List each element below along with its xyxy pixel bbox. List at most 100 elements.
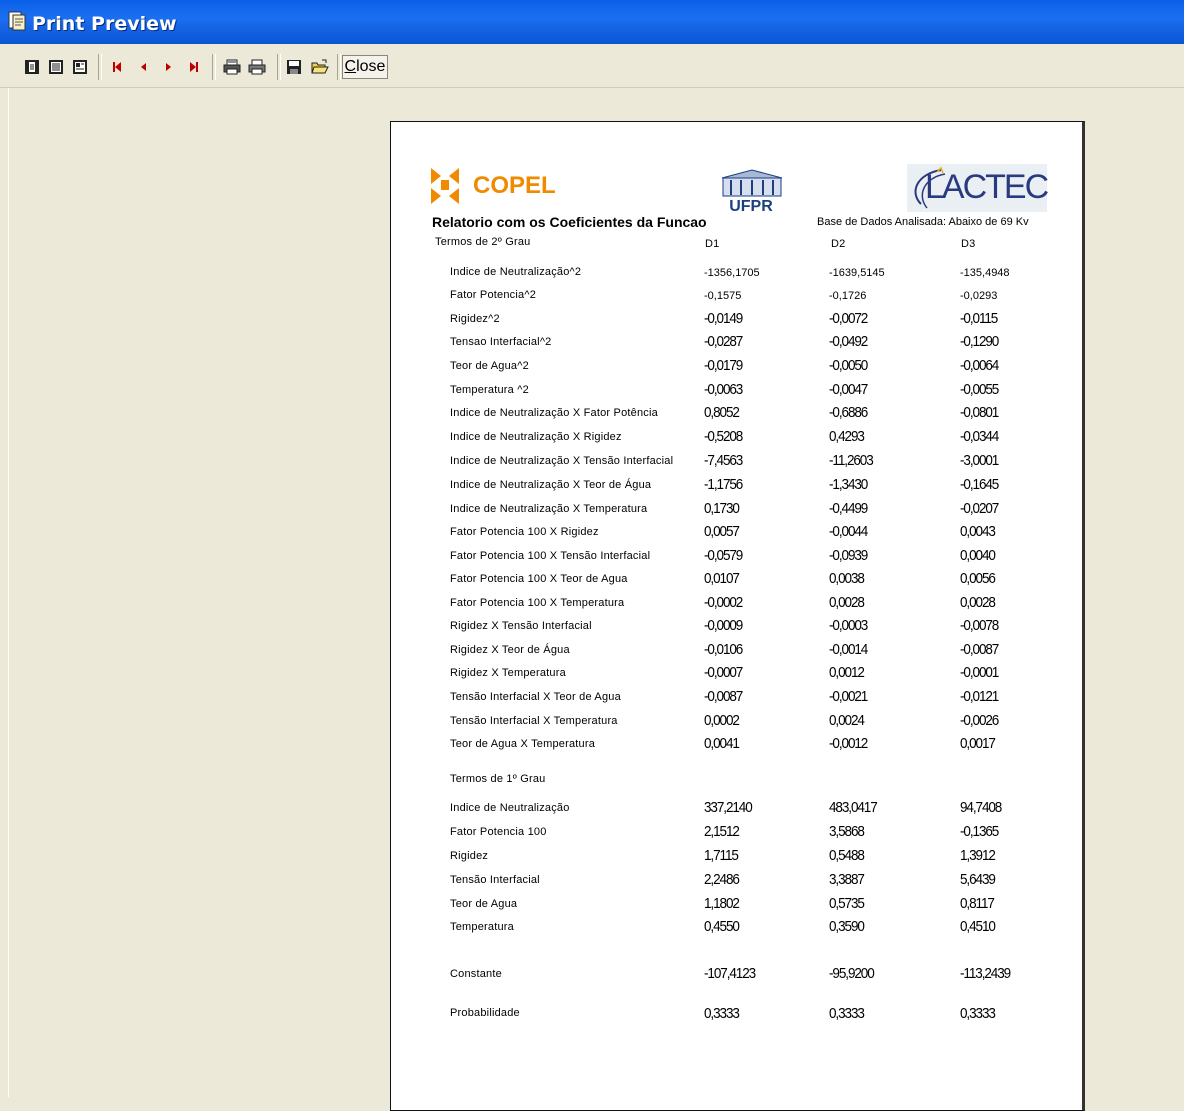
value-cell-d3: -0,0293: [960, 290, 998, 302]
value-cell-d1: 0,0057: [704, 523, 740, 540]
previous-page-icon[interactable]: [136, 56, 150, 78]
row-label: Indice de Neutralização^2: [450, 266, 582, 278]
open-icon[interactable]: [310, 56, 330, 78]
row-label: Tensão Interfacial X Teor de Agua: [450, 691, 621, 703]
value-cell-d2: -95,9200: [829, 965, 875, 982]
value-cell-d2: -1,3430: [829, 476, 868, 493]
one-page-icon[interactable]: [23, 56, 41, 78]
value-cell-d2: 3,3887: [829, 871, 865, 888]
value-cell-d1: 0,1730: [704, 500, 740, 517]
row-label: Rigidez^2: [450, 313, 500, 325]
two-pages-icon[interactable]: [47, 56, 65, 78]
value-cell-d2: -0,1726: [829, 290, 867, 302]
value-cell-d1: 0,0041: [704, 735, 740, 752]
value-cell-d1: -0,0106: [704, 641, 743, 658]
value-cell-d2: -0,0050: [829, 357, 868, 374]
next-page-icon[interactable]: [162, 56, 176, 78]
value-cell-d2: -0,0072: [829, 310, 868, 327]
value-cell-d2: -0,0044: [829, 523, 868, 540]
value-cell-d2: 0,3590: [829, 918, 865, 935]
value-cell-d2: -0,0939: [829, 547, 868, 564]
value-cell-d1: -0,0579: [704, 547, 743, 564]
ufpr-logo: UFPR: [717, 168, 787, 226]
value-cell-d1: -0,0287: [704, 333, 743, 350]
row-label: Fator Potencia 100 X Temperatura: [450, 597, 625, 609]
row-label: Tensão Interfacial X Temperatura: [450, 715, 618, 727]
value-cell-d3: 5,6439: [960, 871, 996, 888]
value-cell-d2: -0,0003: [829, 617, 868, 634]
value-cell-d1: 1,7115: [704, 847, 739, 864]
value-cell-d3: -0,0026: [960, 712, 999, 729]
row-label: Constante: [450, 968, 502, 980]
value-cell-d3: 94,7408: [960, 799, 1002, 816]
row-label: Indice de Neutralização X Tensão Interfa…: [450, 455, 674, 467]
column-header-d1: D1: [705, 238, 720, 250]
value-cell-d1: -0,1575: [704, 290, 742, 302]
value-cell-d2: -0,4499: [829, 500, 868, 517]
value-cell-d2: 0,4293: [829, 428, 865, 445]
row-label: Rigidez: [450, 850, 489, 862]
lactec-logo: LACTEC: [907, 164, 1049, 212]
value-cell-d1: 1,1802: [704, 895, 740, 912]
value-cell-d3: -0,0087: [960, 641, 999, 658]
row-label: Indice de Neutralização: [450, 802, 570, 814]
value-cell-d1: -7,4563: [704, 452, 743, 469]
value-cell-d2: -0,6886: [829, 404, 868, 421]
value-cell-d1: 0,0002: [704, 712, 740, 729]
section-grau1-heading: Termos de 1º Grau: [450, 773, 546, 785]
value-cell-d3: 0,8117: [960, 895, 995, 912]
value-cell-d1: 0,0107: [704, 570, 740, 587]
app-icon: [8, 11, 26, 31]
first-page-icon[interactable]: [110, 56, 124, 78]
report-title: Relatorio com os Coeficientes da Funcao: [432, 214, 707, 230]
value-cell-d1: -0,0009: [704, 617, 743, 634]
value-cell-d3: -0,0121: [960, 688, 999, 705]
value-cell-d1: -107,4123: [704, 965, 756, 982]
value-cell-d1: -0,0007: [704, 664, 743, 681]
row-label: Temperatura ^2: [450, 384, 529, 396]
last-page-icon[interactable]: [187, 56, 201, 78]
value-cell-d2: -0,0047: [829, 381, 868, 398]
value-cell-d3: -0,0207: [960, 500, 999, 517]
value-cell-d3: -0,0344: [960, 428, 999, 445]
value-cell-d3: -0,0055: [960, 381, 999, 398]
value-cell-d1: 2,1512: [704, 823, 740, 840]
close-button[interactable]: Close: [342, 55, 388, 79]
value-cell-d3: 0,0028: [960, 594, 996, 611]
value-cell-d3: -3,0001: [960, 452, 999, 469]
row-label: Teor de Agua: [450, 898, 518, 910]
save-icon[interactable]: [285, 56, 303, 78]
row-label: Fator Potencia 100 X Tensão Interfacial: [450, 550, 651, 562]
value-cell-d2: 3,5868: [829, 823, 865, 840]
section-grau2-heading: Termos de 2º Grau: [435, 236, 531, 248]
value-cell-d1: -0,0002: [704, 594, 743, 611]
value-cell-d3: -0,1290: [960, 333, 999, 350]
row-label: Indice de Neutralização X Rigidez: [450, 431, 622, 443]
column-header-d2: D2: [831, 238, 846, 250]
row-label: Rigidez X Teor de Água: [450, 644, 570, 656]
value-cell-d2: -0,0021: [829, 688, 868, 705]
value-cell-d3: -0,0115: [960, 310, 998, 327]
value-cell-d3: 0,0017: [960, 735, 996, 752]
value-cell-d1: -0,0063: [704, 381, 743, 398]
column-header-d3: D3: [961, 238, 976, 250]
print-setup-icon[interactable]: [222, 56, 242, 78]
toolbar: Close: [0, 47, 1184, 88]
value-cell-d3: 0,0056: [960, 570, 996, 587]
value-cell-d2: 483,0417: [829, 799, 878, 816]
row-label: Teor de Agua X Temperatura: [450, 738, 596, 750]
value-cell-d2: -11,2603: [829, 452, 874, 469]
value-cell-d2: 0,5488: [829, 847, 865, 864]
value-cell-d1: 0,4550: [704, 918, 740, 935]
zoom-page-icon[interactable]: [71, 56, 89, 78]
value-cell-d2: 0,0012: [829, 664, 865, 681]
row-label: Tensao Interfacial^2: [450, 336, 552, 348]
value-cell-d2: 0,0024: [829, 712, 865, 729]
value-cell-d1: -0,5208: [704, 428, 743, 445]
value-cell-d1: 2,2486: [704, 871, 740, 888]
value-cell-d3: -0,1645: [960, 476, 999, 493]
base-dados-label: Base de Dados Analisada: Abaixo de 69 Kv: [817, 216, 1029, 228]
print-icon[interactable]: [247, 56, 267, 78]
row-label: Rigidez X Temperatura: [450, 667, 566, 679]
value-cell-d1: -0,0087: [704, 688, 743, 705]
